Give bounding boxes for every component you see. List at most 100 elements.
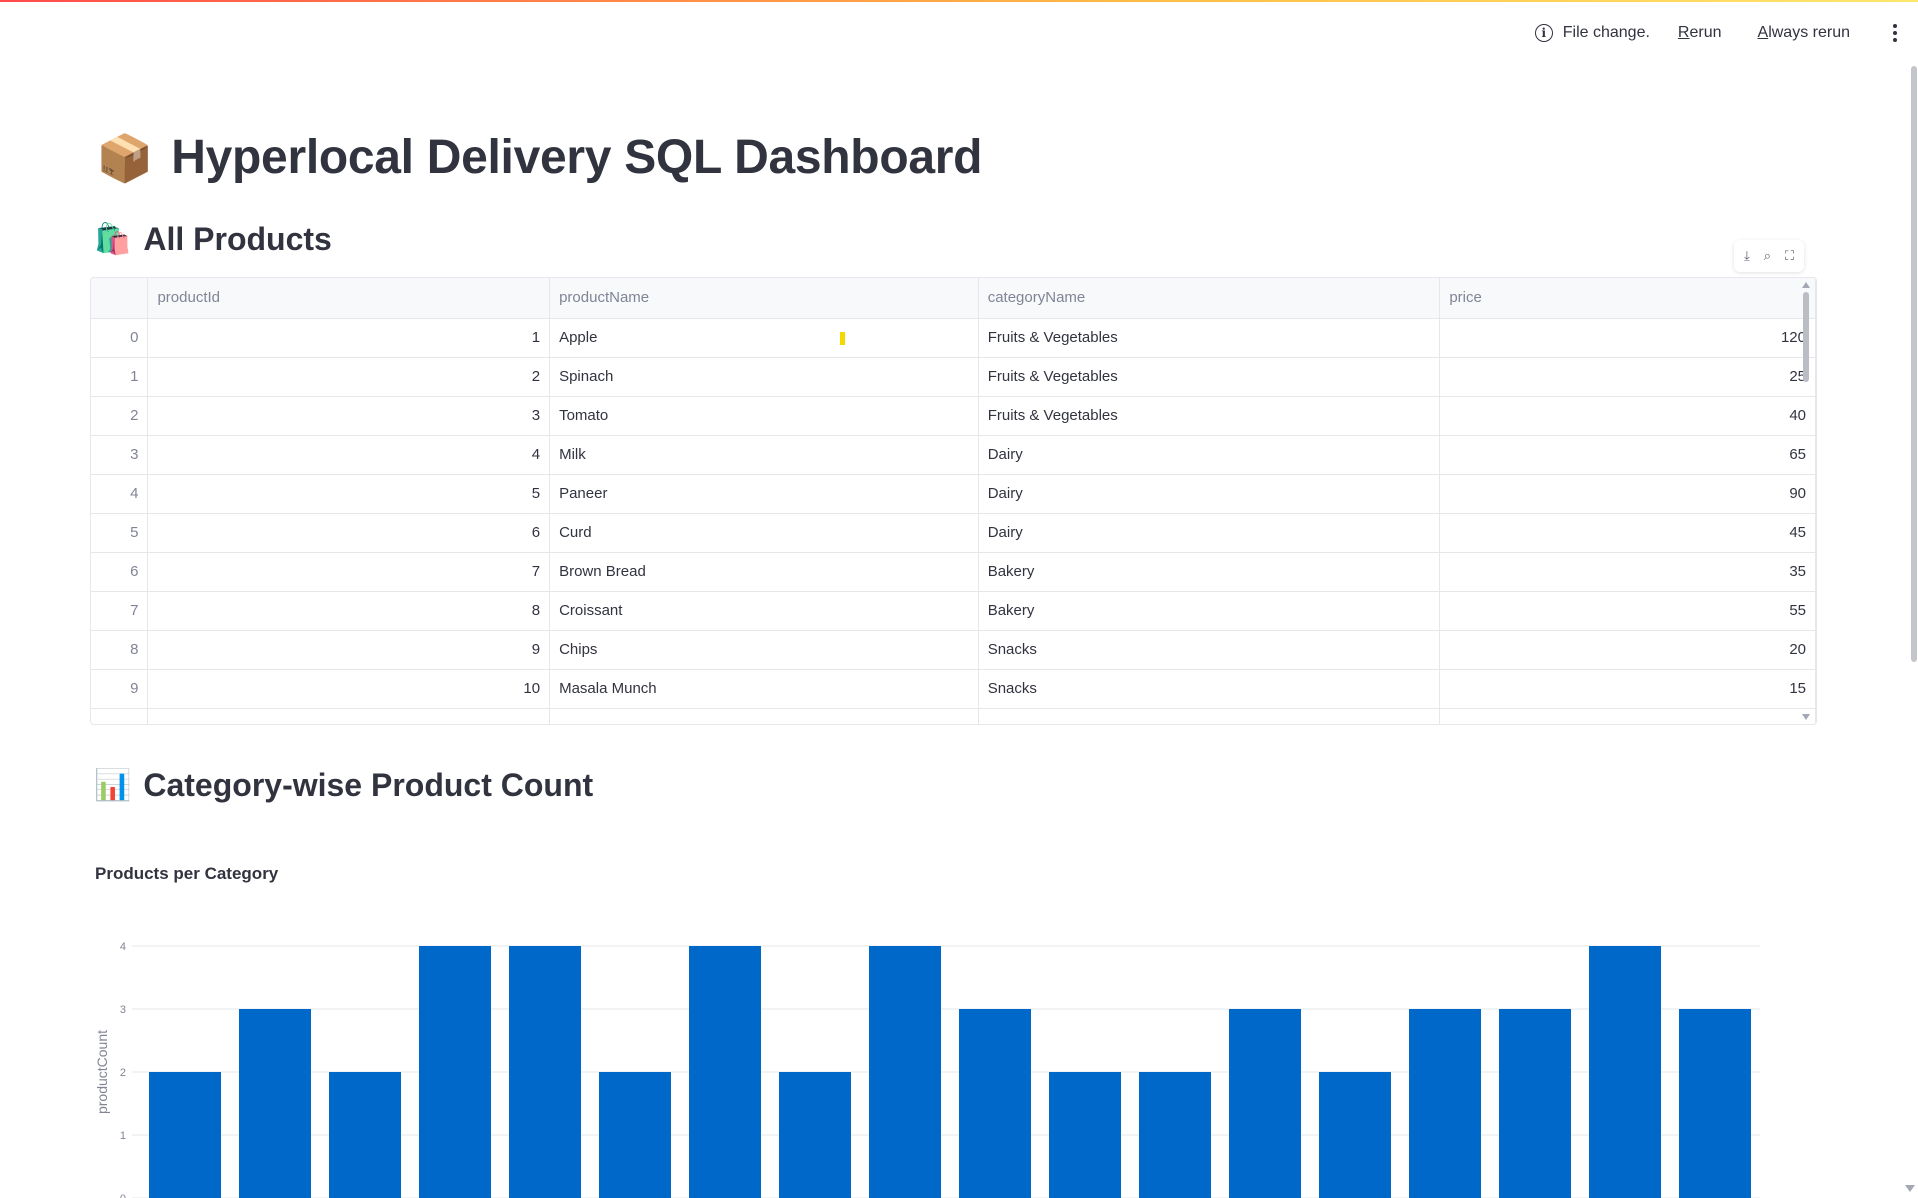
table-row[interactable]: 6 7 Brown Bread Bakery 35	[91, 552, 1816, 592]
products-dataframe[interactable]: productId productName categoryName price…	[90, 277, 1817, 725]
empty-cell[interactable]	[1439, 708, 1816, 724]
dataframe-scrollbar[interactable]	[1800, 278, 1812, 724]
price-cell[interactable]: 25	[1439, 357, 1816, 397]
categoryName-cell[interactable]: Fruits & Vegetables	[978, 396, 1441, 436]
always-rerun-button[interactable]: Always rerun	[1758, 18, 1850, 48]
productName-cell[interactable]: Milk	[549, 435, 979, 475]
table-row[interactable]: 1 2 Spinach Fruits & Vegetables 25	[91, 357, 1816, 397]
empty-cell[interactable]	[978, 708, 1441, 724]
chart-bar[interactable]	[1409, 1009, 1481, 1198]
categoryName-cell[interactable]: Dairy	[978, 435, 1441, 475]
productName-cell[interactable]: Curd	[549, 513, 979, 553]
chart-bar[interactable]	[1319, 1072, 1391, 1198]
productId-cell[interactable]: 8	[147, 591, 551, 631]
productName-cell[interactable]: Apple	[549, 318, 979, 358]
productId-cell[interactable]: 1	[147, 318, 551, 358]
row-index-cell[interactable]: 4	[91, 474, 149, 514]
categoryName-cell[interactable]: Snacks	[978, 630, 1441, 670]
dataframe-scrollbar-thumb[interactable]	[1803, 292, 1809, 382]
table-row[interactable]: 4 5 Paneer Dairy 90	[91, 474, 1816, 514]
productName-cell[interactable]: Masala Munch	[549, 669, 979, 709]
page-scrollbar[interactable]	[1910, 66, 1918, 666]
index-header[interactable]	[91, 278, 149, 319]
categoryName-cell[interactable]: Dairy	[978, 474, 1441, 514]
productId-cell[interactable]: 4	[147, 435, 551, 475]
chart-bar[interactable]	[1679, 1009, 1751, 1198]
row-index-cell[interactable]: 1	[91, 357, 149, 397]
price-cell[interactable]: 120	[1439, 318, 1816, 358]
page-scroll-down-arrow-icon[interactable]	[1905, 1185, 1915, 1192]
row-index-cell[interactable]: 3	[91, 435, 149, 475]
table-row[interactable]: 5 6 Curd Dairy 45	[91, 513, 1816, 553]
empty-cell[interactable]	[549, 708, 979, 724]
chart-bar[interactable]	[509, 946, 581, 1198]
chart-bar[interactable]	[1049, 1072, 1121, 1198]
productName-cell[interactable]: Croissant	[549, 591, 979, 631]
column-header[interactable]: productName	[549, 278, 979, 319]
row-index-cell[interactable]: 7	[91, 591, 149, 631]
productId-cell[interactable]: 5	[147, 474, 551, 514]
categoryName-cell[interactable]: Fruits & Vegetables	[978, 318, 1441, 358]
row-index-cell[interactable]: 5	[91, 513, 149, 553]
column-header[interactable]: categoryName	[978, 278, 1441, 319]
productName-cell[interactable]: Spinach	[549, 357, 979, 397]
scroll-up-arrow-icon[interactable]	[1802, 282, 1810, 288]
row-index-cell[interactable]: 0	[91, 318, 149, 358]
chart-bar[interactable]	[959, 1009, 1031, 1198]
price-cell[interactable]: 15	[1439, 669, 1816, 709]
table-row[interactable]: 2 3 Tomato Fruits & Vegetables 40	[91, 396, 1816, 436]
table-row[interactable]: 8 9 Chips Snacks 20	[91, 630, 1816, 670]
productId-cell[interactable]: 7	[147, 552, 551, 592]
page-scrollbar-thumb[interactable]	[1911, 66, 1917, 662]
categoryName-cell[interactable]: Dairy	[978, 513, 1441, 553]
chart-bar[interactable]	[329, 1072, 401, 1198]
table-row[interactable]: 3 4 Milk Dairy 65	[91, 435, 1816, 475]
price-cell[interactable]: 65	[1439, 435, 1816, 475]
main-menu-kebab-icon[interactable]	[1886, 24, 1904, 42]
categoryName-cell[interactable]: Bakery	[978, 552, 1441, 592]
chart-bar[interactable]	[779, 1072, 851, 1198]
chart-bar[interactable]	[869, 946, 941, 1198]
price-cell[interactable]: 20	[1439, 630, 1816, 670]
categoryName-cell[interactable]: Bakery	[978, 591, 1441, 631]
chart-bar[interactable]	[599, 1072, 671, 1198]
price-cell[interactable]: 45	[1439, 513, 1816, 553]
scroll-down-arrow-icon[interactable]	[1802, 714, 1810, 720]
empty-cell[interactable]	[147, 708, 551, 724]
column-header[interactable]: productId	[147, 278, 551, 319]
row-index-cell[interactable]: 9	[91, 669, 149, 709]
productName-cell[interactable]: Paneer	[549, 474, 979, 514]
table-row[interactable]: 9 10 Masala Munch Snacks 15	[91, 669, 1816, 709]
productName-cell[interactable]: Brown Bread	[549, 552, 979, 592]
chart-bar[interactable]	[689, 946, 761, 1198]
productName-cell[interactable]: Tomato	[549, 396, 979, 436]
categoryName-cell[interactable]: Snacks	[978, 669, 1441, 709]
productId-cell[interactable]: 9	[147, 630, 551, 670]
productId-cell[interactable]: 3	[147, 396, 551, 436]
price-cell[interactable]: 55	[1439, 591, 1816, 631]
row-index-cell[interactable]: 6	[91, 552, 149, 592]
chart-bar[interactable]	[149, 1072, 221, 1198]
chart-bar[interactable]	[1139, 1072, 1211, 1198]
table-row[interactable]: 0 1 Apple Fruits & Vegetables 120	[91, 318, 1816, 358]
productId-cell[interactable]: 10	[147, 669, 551, 709]
chart-bar[interactable]	[1229, 1009, 1301, 1198]
column-header[interactable]: price	[1439, 278, 1816, 319]
price-cell[interactable]: 90	[1439, 474, 1816, 514]
empty-cell[interactable]	[91, 708, 149, 724]
table-row[interactable]: 7 8 Croissant Bakery 55	[91, 591, 1816, 631]
row-index-cell[interactable]: 2	[91, 396, 149, 436]
products-per-category-chart[interactable]: 0 1 2 3 4 productCount	[90, 930, 1817, 1198]
productId-cell[interactable]: 2	[147, 357, 551, 397]
rerun-button[interactable]: Rerun	[1678, 18, 1722, 48]
productId-cell[interactable]: 6	[147, 513, 551, 553]
chart-bar[interactable]	[1589, 946, 1661, 1198]
price-cell[interactable]: 35	[1439, 552, 1816, 592]
search-icon[interactable]: ⌕	[1764, 248, 1771, 264]
price-cell[interactable]: 40	[1439, 396, 1816, 436]
fullscreen-icon[interactable]: ⛶	[1785, 248, 1794, 264]
categoryName-cell[interactable]: Fruits & Vegetables	[978, 357, 1441, 397]
download-icon[interactable]: ⤓	[1744, 248, 1750, 264]
productName-cell[interactable]: Chips	[549, 630, 979, 670]
chart-bar[interactable]	[239, 1009, 311, 1198]
